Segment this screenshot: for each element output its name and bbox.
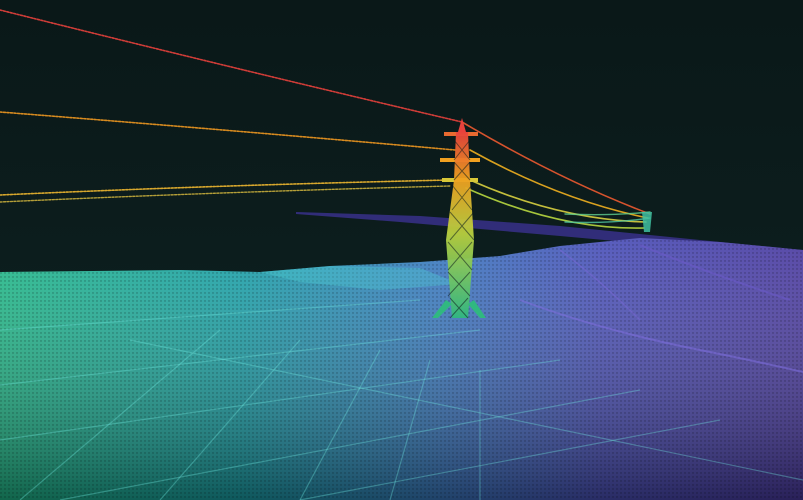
lidar-point-cloud-scene [0,0,803,500]
